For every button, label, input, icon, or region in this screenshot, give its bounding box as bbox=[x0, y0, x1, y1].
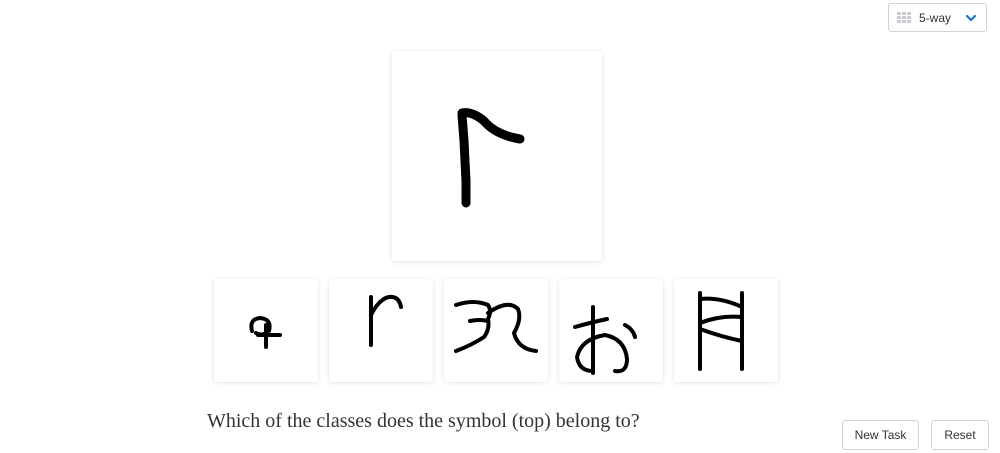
option-card-1[interactable] bbox=[214, 279, 318, 382]
option-symbol-4 bbox=[573, 305, 637, 375]
query-symbol-image bbox=[457, 108, 525, 208]
grid-icon bbox=[897, 11, 911, 24]
option-symbol-1 bbox=[249, 316, 282, 349]
way-select-value: 5-way bbox=[919, 10, 952, 25]
task-question: Which of the classes does the symbol (to… bbox=[207, 410, 640, 432]
option-card-3[interactable] bbox=[444, 279, 548, 382]
chevron-down-icon bbox=[965, 14, 977, 22]
option-symbol-3 bbox=[454, 300, 538, 353]
way-select[interactable]: 5-way bbox=[888, 3, 987, 32]
reset-button[interactable]: Reset bbox=[931, 420, 989, 450]
option-symbol-5 bbox=[698, 291, 744, 371]
option-card-5[interactable] bbox=[674, 279, 778, 382]
new-task-button[interactable]: New Task bbox=[842, 420, 919, 450]
option-card-2[interactable] bbox=[329, 279, 433, 382]
few-shot-task-page: 5-way Which of the classes does the symb… bbox=[0, 0, 1000, 453]
option-symbol-2 bbox=[369, 294, 403, 347]
query-symbol-card bbox=[392, 51, 602, 261]
option-card-4[interactable] bbox=[559, 279, 663, 382]
